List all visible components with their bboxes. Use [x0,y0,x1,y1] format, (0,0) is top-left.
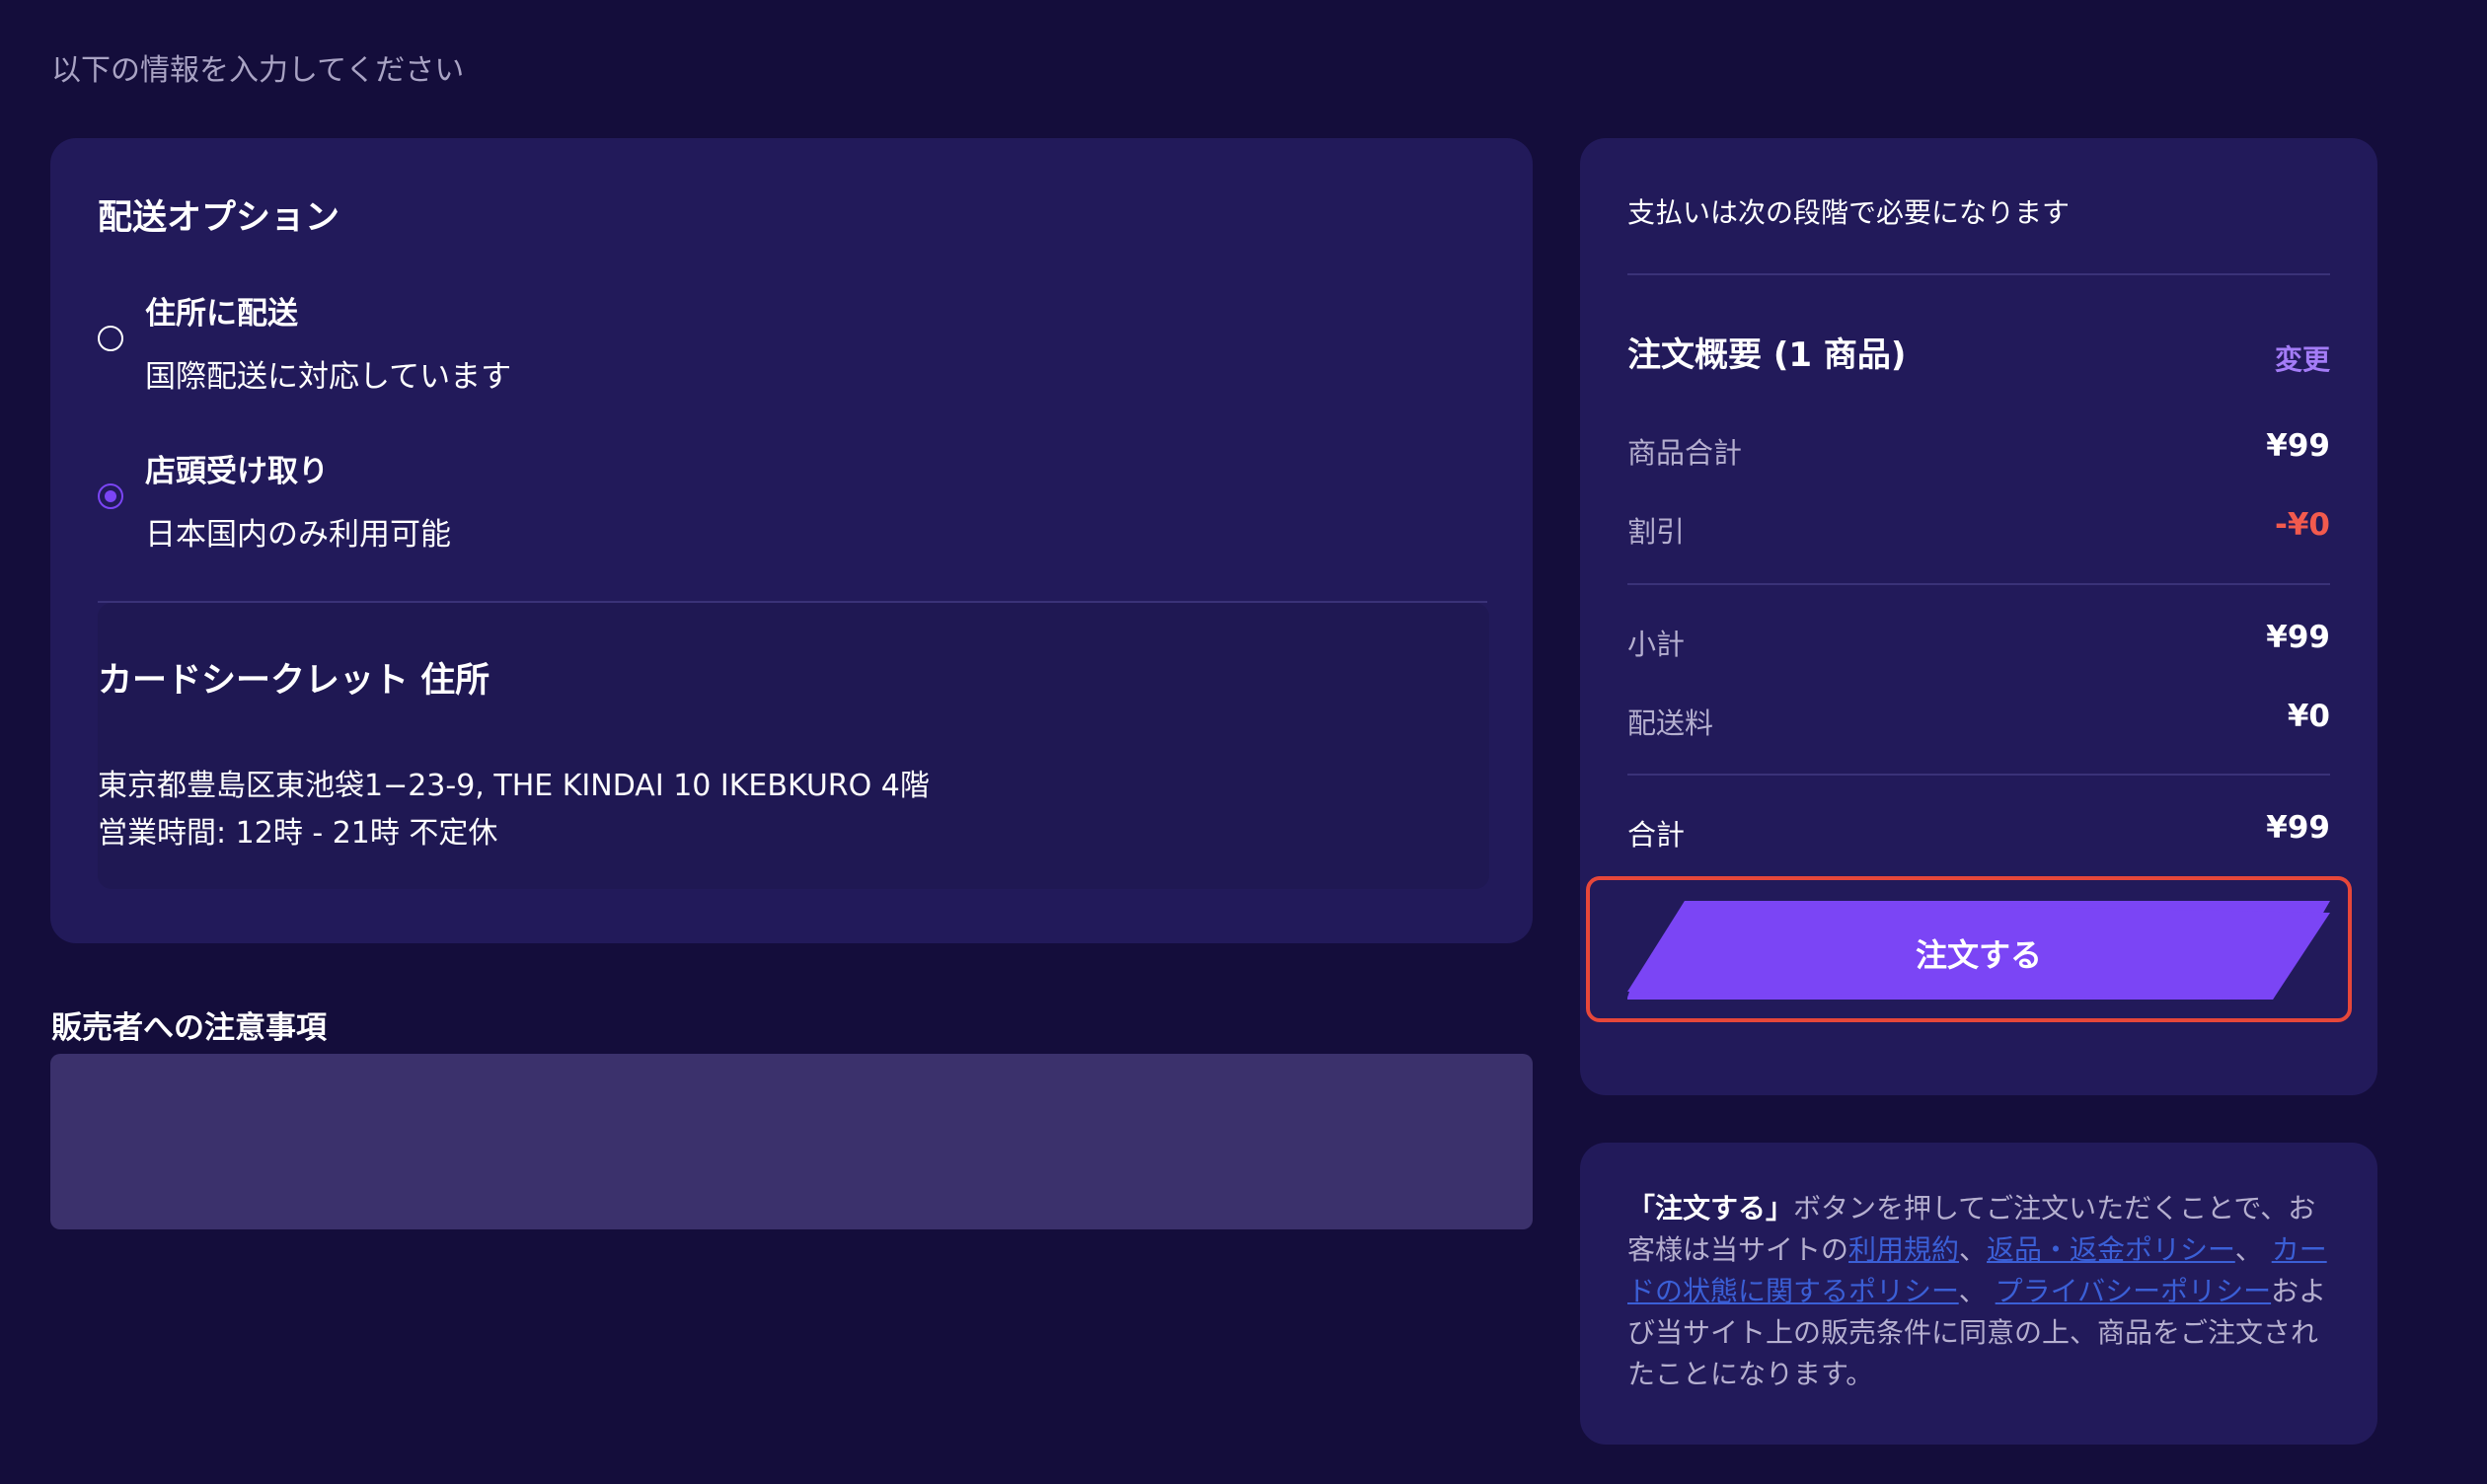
terms-sep-1: 、 [1959,1233,1988,1266]
summary-divider-mid [1627,583,2330,585]
seller-notes-label: 販売者への注意事項 [51,1010,327,1046]
items-total-value: ¥99 [2266,428,2330,464]
pickup-option-label: 店頭受け取り [145,454,329,489]
store-address-box: カードシークレット 住所 東京都豊島区東池袋1−23-9, THE KINDAI… [98,603,1489,889]
privacy-policy-link[interactable]: プライバシーポリシー [1996,1275,2271,1307]
shipping-options-title: 配送オプション [98,198,340,238]
terms-text: 「注文する」ボタンを押してご注文いただくことで、お客様は当サイトの利用規約、返品… [1627,1188,2330,1395]
terms-card: 「注文する」ボタンを押してご注文いただくことで、お客様は当サイトの利用規約、返品… [1580,1143,2377,1445]
pickup-option-description: 日本国内のみ利用可能 [145,517,451,553]
delivery-option-description: 国際配送に対応しています [145,359,512,395]
terms-bold: 「注文する」 [1627,1192,1794,1224]
terms-sep-3: 、 [1958,1275,1996,1307]
terms-of-use-link[interactable]: 利用規約 [1848,1233,1959,1266]
total-label: 合計 [1627,818,1686,852]
payment-note: 支払いは次の段階で必要になります [1627,196,2071,229]
page-instructions: 以下の情報を入力してください [51,53,465,88]
total-value: ¥99 [2266,810,2330,846]
refund-policy-link[interactable]: 返品・返金ポリシー [1987,1233,2235,1266]
shipping-options-card: 配送オプション 住所に配送 国際配送に対応しています 店頭受け取り 日本国内のみ… [50,138,1533,943]
discount-value: -¥0 [2274,507,2330,543]
subtotal-value: ¥99 [2266,620,2330,655]
terms-sep-2: 、 [2234,1233,2272,1266]
summary-divider-top [1627,273,2330,275]
store-hours: 営業時間: 12時 - 21時 不定休 [98,816,498,851]
place-order-label: 注文する [1915,936,2042,974]
delivery-radio[interactable] [98,326,123,351]
subtotal-label: 小計 [1627,628,1686,661]
store-address: 東京都豊島区東池袋1−23-9, THE KINDAI 10 IKEBKURO … [98,769,930,803]
items-total-label: 商品合計 [1627,436,1743,470]
delivery-option-label: 住所に配送 [145,296,298,332]
change-link[interactable]: 変更 [2275,338,2330,378]
shipping-fee-value: ¥0 [2287,699,2330,734]
discount-label: 割引 [1627,515,1686,549]
shipping-fee-label: 配送料 [1627,706,1714,740]
pickup-radio[interactable] [98,483,123,509]
summary-divider-bottom [1627,774,2330,776]
order-summary-title: 注文概要 (1 商品) [1627,335,1907,375]
store-address-title: カードシークレット 住所 [98,661,490,701]
order-summary-card: 支払いは次の段階で必要になります 注文概要 (1 商品) 変更 商品合計 ¥99… [1580,138,2377,1095]
place-order-button[interactable]: 注文する [1627,901,2330,1000]
seller-notes-input[interactable] [50,1054,1533,1229]
